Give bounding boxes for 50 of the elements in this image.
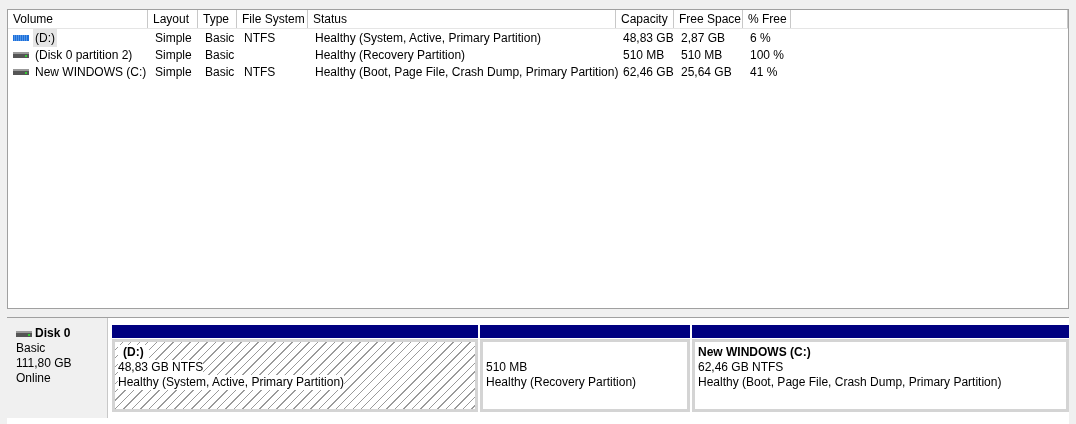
table-cell-text: 62,46 GB [622, 63, 675, 81]
table-cell-text: 41 % [749, 63, 779, 81]
partition-block[interactable]: (D:) 48,83 GB NTFS Healthy (System, Active, Primary Partition) [112, 339, 478, 412]
disk-type: Basic [16, 341, 47, 356]
column-header[interactable]: File System [237, 10, 308, 28]
table-cell-text: 6 % [749, 29, 772, 47]
drive-icon [13, 67, 29, 76]
table-cell-text: Healthy (System, Active, Primary Partition) [314, 29, 543, 47]
table-cell-text: 25,64 GB [680, 63, 733, 81]
partition-status: Healthy (System, Active, Primary Partition) [118, 375, 345, 390]
table-cell-text: Basic [204, 29, 236, 47]
table-cell-text: 2,87 GB [680, 29, 727, 47]
partition-name: (D:) [118, 345, 149, 360]
disk-name: Disk 0 [35, 326, 71, 341]
disk-size: 111,80 GB [16, 356, 73, 371]
column-header[interactable]: Type [198, 10, 237, 28]
table-cell-text: Healthy (Recovery Partition) [314, 46, 467, 64]
column-header[interactable]: % Free [743, 10, 791, 28]
partition-block[interactable]: 510 MB Healthy (Recovery Partition) [480, 339, 690, 412]
striped-drive-icon [13, 33, 29, 42]
partition-block[interactable]: New WINDOWS (C:) 62,46 GB NTFS Healthy (Boot, Page File, Crash Dump, Primary Partition) [692, 339, 1069, 412]
partition-name: New WINDOWS (C:) [698, 345, 811, 360]
partition-size: 48,83 GB NTFS [118, 360, 204, 375]
partition-size: 510 MB [486, 360, 528, 375]
table-cell-text: 100 % [749, 46, 786, 64]
table-cell-text: Simple [154, 29, 193, 47]
table-cell-text: Simple [154, 63, 193, 81]
drive-icon [16, 329, 32, 338]
table-cell-text: 48,83 GB [622, 29, 675, 47]
table-cell-text: Healthy (Boot, Page File, Crash Dump, Primary Partition) [314, 63, 620, 81]
table-cell-text: (Disk 0 partition 2) [34, 46, 134, 64]
column-header[interactable]: Status [308, 10, 616, 28]
table-cell-text: Basic [204, 46, 236, 64]
table-cell-text: Basic [204, 63, 236, 81]
partition-status: Healthy (Recovery Partition) [486, 375, 637, 390]
partition-size: 62,46 GB NTFS [698, 360, 784, 375]
column-header[interactable]: Free Space [674, 10, 743, 28]
table-cell-text: Simple [154, 46, 193, 64]
table-cell-text: NTFS [243, 29, 277, 47]
partition-status: Healthy (Boot, Page File, Crash Dump, Primary Partition) [698, 375, 1002, 390]
column-header[interactable]: Layout [148, 10, 198, 28]
drive-icon [13, 50, 29, 59]
disk-info-panel[interactable]: Disk 0 Basic 111,80 GB Online [7, 318, 108, 418]
table-cell-text: NTFS [243, 63, 277, 81]
table-cell-text: New WINDOWS (C:) [34, 63, 148, 81]
table-cell-text: 510 MB [680, 46, 724, 64]
column-header[interactable]: Volume [8, 10, 148, 28]
table-cell-text: 510 MB [622, 46, 666, 64]
disk-state: Online [16, 371, 52, 386]
column-header[interactable]: Capacity [616, 10, 674, 28]
